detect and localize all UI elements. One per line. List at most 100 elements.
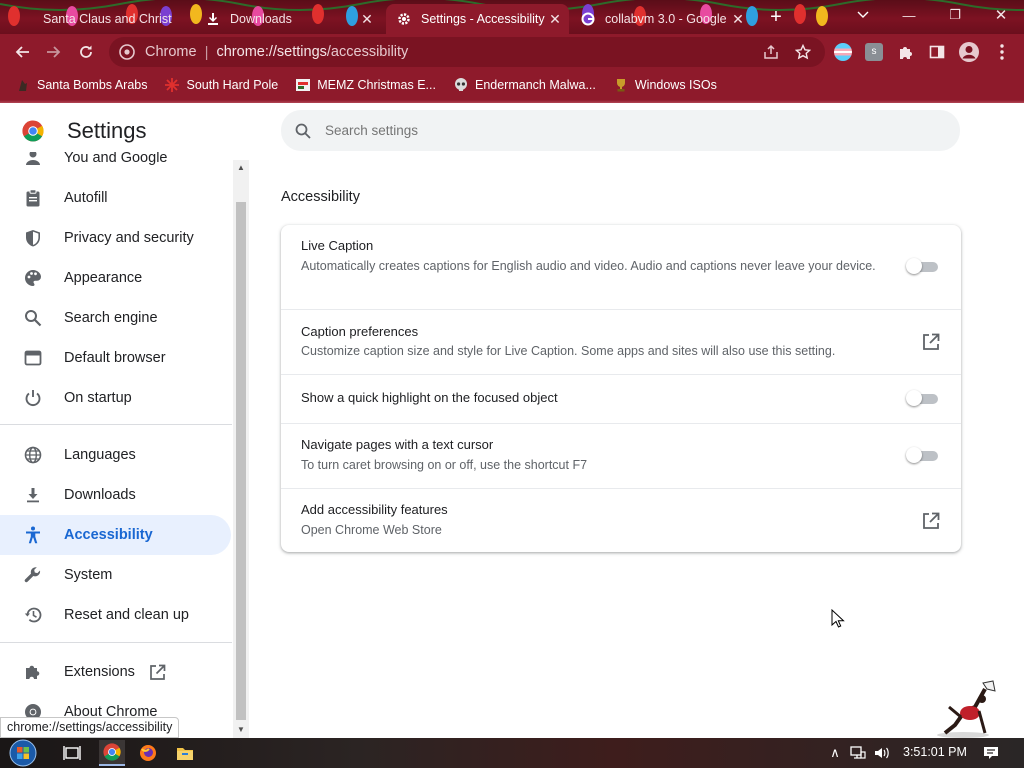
bookmark-star-icon[interactable] [795, 44, 811, 60]
sidebar-item-label: Reset and clean up [64, 607, 189, 623]
url-path: /accessibility [326, 44, 409, 60]
bookmark-endermanch-malware[interactable]: Endermanch Malwa... [454, 78, 596, 92]
close-window-button[interactable]: ✕ [978, 0, 1024, 30]
sidebar-item-privacy[interactable]: Privacy and security [0, 218, 231, 258]
sidebar-item-label: Search engine [64, 310, 158, 326]
minimize-button[interactable]: — [886, 0, 932, 30]
browser-window-icon [23, 348, 43, 368]
forward-button[interactable] [43, 41, 65, 63]
download-icon [205, 11, 221, 27]
scrollbar-thumb[interactable] [236, 202, 246, 720]
sidebar-item-autofill[interactable]: Autofill [0, 178, 231, 218]
tab-search-icon[interactable] [840, 0, 886, 30]
back-button[interactable] [11, 41, 33, 63]
network-icon[interactable] [850, 745, 866, 761]
external-link-icon [149, 664, 166, 681]
sidebar-item-label: On startup [64, 390, 132, 406]
flag-extension-icon[interactable] [834, 43, 852, 61]
focus-highlight-toggle[interactable] [906, 390, 938, 406]
sidebar-item-system[interactable]: System [0, 555, 231, 595]
bookmark-label: Windows ISOs [634, 78, 717, 92]
bookmark-santa-bombs-arabs[interactable]: Santa Bombs Arabs [16, 78, 147, 92]
sidebar-item-extensions[interactable]: Extensions [0, 652, 231, 692]
wrench-icon [23, 565, 43, 585]
search-input[interactable] [325, 123, 905, 138]
chrome-taskbar-icon[interactable] [99, 740, 125, 766]
url-text: chrome://settings/accessibility [216, 44, 408, 60]
close-tab-icon[interactable]: ✕ [359, 11, 375, 28]
setting-row-live-caption[interactable]: Live Caption Automatically creates capti… [281, 225, 961, 309]
notification-center-icon[interactable] [983, 745, 999, 761]
sidebar-item-default-browser[interactable]: Default browser [0, 338, 231, 378]
open-in-new-icon[interactable] [921, 511, 941, 531]
setting-label: Add accessibility features [301, 502, 448, 517]
trophy-icon [616, 79, 625, 92]
s-extension-icon[interactable]: s [865, 43, 883, 61]
toggle-knob [906, 447, 922, 463]
bookmark-south-hard-pole[interactable]: South Hard Pole [165, 78, 278, 92]
sidebar-item-you-and-google[interactable]: You and Google [0, 152, 231, 178]
setting-row-caption-preferences[interactable]: Caption preferences Customize caption si… [281, 309, 961, 374]
profile-avatar-icon[interactable] [958, 41, 980, 63]
volume-icon[interactable] [874, 745, 890, 761]
close-tab-icon[interactable]: ✕ [547, 11, 563, 28]
sidebar-divider [0, 424, 232, 425]
side-panel-icon[interactable] [926, 41, 948, 63]
sidebar-item-on-startup[interactable]: On startup [0, 378, 231, 418]
bookmark-label: South Hard Pole [186, 78, 279, 92]
setting-description: Automatically creates captions for Engli… [301, 259, 876, 273]
sidebar-item-search-engine[interactable]: Search engine [0, 298, 231, 338]
share-icon[interactable] [763, 44, 779, 60]
scroll-up-arrow[interactable]: ▲ [236, 163, 246, 173]
setting-label: Live Caption [301, 238, 374, 253]
tab-santa-claus[interactable]: Santa Claus and Christ [20, 4, 180, 34]
sidebar-item-label: Extensions [64, 664, 135, 680]
close-tab-icon[interactable]: ✕ [730, 11, 746, 28]
sidebar-item-reset[interactable]: Reset and clean up [0, 595, 231, 635]
globe-icon [23, 445, 43, 465]
clipboard-icon [23, 188, 43, 208]
restore-button[interactable]: ❐ [932, 0, 978, 30]
address-bar[interactable]: Chrome | chrome://settings/accessibility [109, 37, 825, 67]
search-icon [23, 308, 43, 328]
snowflake-icon [165, 78, 180, 92]
file-explorer-icon[interactable] [174, 742, 196, 764]
reload-button[interactable] [75, 41, 97, 63]
bookmark-label: Endermanch Malwa... [474, 78, 596, 92]
taskbar-clock[interactable]: 3:51:01 PM [903, 745, 967, 759]
sidebar-scrollbar[interactable]: ▲ ▼ [233, 160, 249, 738]
tab-settings-accessibility[interactable]: Settings - Accessibility ✕ [386, 4, 569, 34]
menu-kebab-icon[interactable] [991, 41, 1013, 63]
sidebar-item-appearance[interactable]: Appearance [0, 258, 231, 298]
bookmark-windows-isos[interactable]: Windows ISOs [614, 78, 717, 92]
setting-row-focus-highlight[interactable]: Show a quick highlight on the focused ob… [281, 374, 961, 423]
tab-title: collabvm 3.0 - Google [605, 12, 727, 26]
sidebar-item-accessibility[interactable]: Accessibility [0, 515, 231, 555]
live-caption-toggle[interactable] [906, 258, 938, 274]
extensions-puzzle-icon[interactable] [895, 41, 917, 63]
tray-overflow-chevron-icon[interactable]: ∧ [827, 745, 843, 761]
bookmark-memz-christmas[interactable]: MEMZ Christmas E... [296, 78, 436, 92]
settings-search[interactable] [281, 110, 960, 151]
palette-icon [23, 268, 43, 288]
person-icon [23, 152, 43, 168]
memz-icon [296, 79, 311, 91]
task-view-icon[interactable] [61, 742, 83, 764]
new-tab-button[interactable]: + [765, 6, 787, 28]
open-in-new-icon[interactable] [921, 332, 941, 352]
setting-label: Navigate pages with a text cursor [301, 437, 494, 452]
scroll-down-arrow[interactable]: ▼ [236, 725, 246, 735]
setting-label: Caption preferences [301, 324, 419, 339]
setting-row-add-accessibility-features[interactable]: Add accessibility features Open Chrome W… [281, 488, 961, 552]
firefox-taskbar-icon[interactable] [137, 742, 159, 764]
tab-downloads[interactable]: Downloads ✕ [205, 4, 377, 34]
sidebar-item-downloads[interactable]: Downloads [0, 475, 231, 515]
setting-row-caret-browsing[interactable]: Navigate pages with a text cursor To tur… [281, 423, 961, 488]
settings-sidebar: You and Google Autofill Privacy and secu… [0, 152, 234, 738]
sidebar-item-languages[interactable]: Languages [0, 435, 231, 475]
start-button[interactable] [8, 739, 38, 767]
tab-collabvm[interactable]: collabvm 3.0 - Google ✕ [580, 4, 748, 34]
google-icon [580, 11, 596, 27]
caret-browsing-toggle[interactable] [906, 447, 938, 463]
search-icon [295, 123, 311, 139]
